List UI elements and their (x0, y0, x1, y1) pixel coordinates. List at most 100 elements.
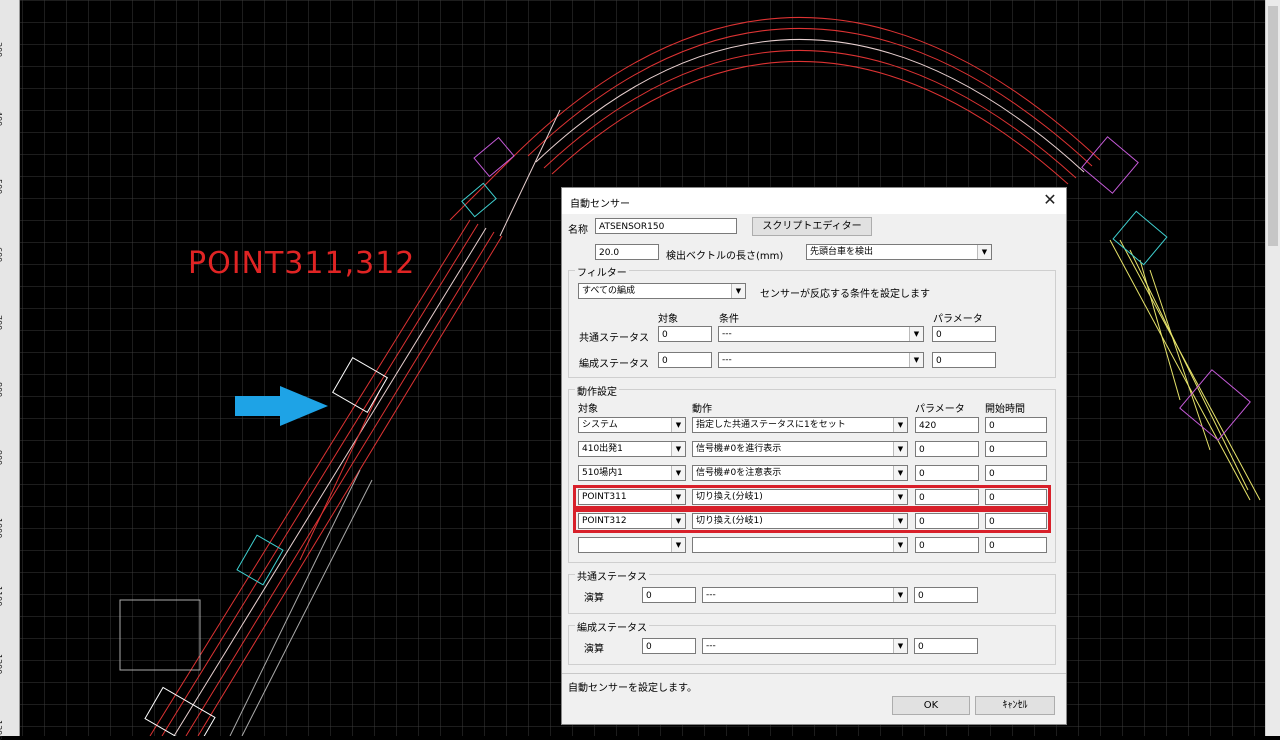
scrollbar-thumb[interactable] (1268, 6, 1278, 246)
highlight-point311 (573, 485, 1051, 509)
action-param-field[interactable]: 0 (915, 441, 979, 457)
ruler-tick: 600 (0, 247, 3, 263)
action-value: 信号機#0を進行表示 (696, 444, 782, 454)
ruler-tick: 1300 (0, 720, 3, 740)
chevron-down-icon[interactable]: ▼ (893, 442, 907, 456)
dialog-titlebar[interactable]: 自動センサー ✕ (562, 188, 1066, 214)
train-status-op-select[interactable]: --- ▼ (702, 638, 908, 654)
action-group-title: 動作設定 (575, 383, 619, 398)
common-status-group: 共通ステータス 演算 0 --- ▼ 0 (568, 568, 1056, 614)
action-select[interactable]: 信号機#0を進行表示 ▼ (692, 441, 908, 457)
train-status-group: 編成ステータス 演算 0 --- ▼ 0 (568, 619, 1056, 665)
action-target-select[interactable]: 510場内1 ▼ (578, 465, 686, 481)
train-status-value2[interactable]: 0 (914, 638, 978, 654)
action-select[interactable]: 信号機#0を注意表示 ▼ (692, 465, 908, 481)
close-icon[interactable]: ✕ (1040, 190, 1060, 210)
action-param-field[interactable]: 420 (915, 417, 979, 433)
ruler-tick: 500 (0, 179, 3, 195)
filter-row-label: 共通ステータス (579, 333, 649, 344)
action-col-start: 開始時間 (985, 404, 1025, 415)
action-target-select[interactable]: システム ▼ (578, 417, 686, 433)
chevron-down-icon[interactable]: ▼ (977, 245, 991, 259)
ruler-tick: 1100 (0, 586, 3, 607)
point-annotation: POINT311,312 (188, 246, 416, 281)
chevron-down-icon[interactable]: ▼ (671, 418, 685, 432)
ruler-tick: 1200 (0, 654, 3, 675)
action-select[interactable]: 指定した共通ステータスに1をセット ▼ (692, 417, 908, 433)
action-target-value: 410出発1 (582, 444, 623, 454)
filter-group-title: フィルター (575, 264, 629, 279)
auto-sensor-dialog: 自動センサー ✕ 名称 ATSENSOR150 スクリプトエディター 20.0 … (561, 187, 1067, 725)
name-field[interactable]: ATSENSOR150 (595, 218, 737, 234)
common-status-value1[interactable]: 0 (642, 587, 696, 603)
filter-col-target: 対象 (658, 314, 678, 325)
chevron-down-icon[interactable]: ▼ (893, 466, 907, 480)
ruler-tick: 900 (0, 450, 3, 466)
filter-param-field[interactable]: 0 (932, 326, 996, 342)
action-param-field[interactable]: 0 (915, 537, 979, 553)
action-start-field[interactable]: 0 (985, 417, 1047, 433)
status-text: 自動センサーを設定します。 (568, 683, 697, 694)
filter-param-field[interactable]: 0 (932, 352, 996, 368)
action-target-value: システム (582, 420, 618, 430)
chevron-down-icon[interactable]: ▼ (893, 418, 907, 432)
vector-length-field[interactable]: 20.0 (595, 244, 659, 260)
ruler-tick: 1000 (0, 518, 3, 539)
action-start-field[interactable]: 0 (985, 465, 1047, 481)
dialog-title: 自動センサー (570, 199, 630, 210)
action-param-field[interactable]: 0 (915, 465, 979, 481)
filter-condition-select[interactable]: --- ▼ (718, 326, 924, 342)
chevron-down-icon[interactable]: ▼ (893, 588, 907, 602)
chevron-down-icon[interactable]: ▼ (671, 466, 685, 480)
filter-row-label: 編成ステータス (579, 359, 649, 370)
action-col-target: 対象 (578, 404, 598, 415)
action-start-field[interactable]: 0 (985, 537, 1047, 553)
chevron-down-icon[interactable]: ▼ (893, 639, 907, 653)
action-target-value: 510場内1 (582, 468, 623, 478)
cancel-button[interactable]: ｷｬﾝｾﾙ (975, 696, 1055, 715)
train-status-op-label: 演算 (584, 644, 604, 655)
detect-mode-select[interactable]: 先頭台車を検出 ▼ (806, 244, 992, 260)
vertical-scrollbar[interactable] (1265, 0, 1280, 736)
common-status-value2[interactable]: 0 (914, 587, 978, 603)
action-select[interactable]: ▼ (692, 537, 908, 553)
filter-condition-value: --- (722, 355, 732, 365)
filter-description: センサーが反応する条件を設定します (760, 289, 930, 300)
train-status-value1[interactable]: 0 (642, 638, 696, 654)
script-editor-button[interactable]: スクリプトエディター (752, 217, 872, 236)
common-status-op-label: 演算 (584, 593, 604, 604)
filter-col-condition: 条件 (719, 314, 739, 325)
train-status-op-value: --- (706, 641, 716, 651)
action-start-field[interactable]: 0 (985, 441, 1047, 457)
filter-target-field[interactable]: 0 (658, 352, 712, 368)
chevron-down-icon[interactable]: ▼ (909, 353, 923, 367)
action-col-param: パラメータ (915, 404, 965, 415)
chevron-down-icon[interactable]: ▼ (671, 538, 685, 552)
common-status-title: 共通ステータス (575, 568, 649, 583)
chevron-down-icon[interactable]: ▼ (671, 442, 685, 456)
ok-button[interactable]: OK (892, 696, 970, 715)
common-status-op-value: --- (706, 590, 716, 600)
detect-mode-value: 先頭台車を検出 (810, 247, 874, 257)
action-target-select[interactable]: ▼ (578, 537, 686, 553)
filter-scope-value: すべての編成 (582, 286, 636, 296)
ruler-tick: 800 (0, 382, 3, 398)
ruler-tick: 400 (0, 111, 3, 127)
filter-condition-value: --- (722, 329, 732, 339)
chevron-down-icon[interactable]: ▼ (893, 538, 907, 552)
action-value: 信号機#0を注意表示 (696, 468, 782, 478)
action-value: 指定した共通ステータスに1をセット (696, 420, 846, 430)
filter-scope-select[interactable]: すべての編成 ▼ (578, 283, 746, 299)
vector-length-label: 検出ベクトルの長さ(mm) (666, 251, 784, 262)
train-status-title: 編成ステータス (575, 619, 649, 634)
action-col-action: 動作 (692, 404, 712, 415)
chevron-down-icon[interactable]: ▼ (909, 327, 923, 341)
filter-col-param: パラメータ (933, 314, 983, 325)
action-target-select[interactable]: 410出発1 ▼ (578, 441, 686, 457)
ruler-tick: 300 (0, 42, 3, 58)
filter-condition-select[interactable]: --- ▼ (718, 352, 924, 368)
common-status-op-select[interactable]: --- ▼ (702, 587, 908, 603)
name-label: 名称 (568, 225, 588, 236)
filter-target-field[interactable]: 0 (658, 326, 712, 342)
chevron-down-icon[interactable]: ▼ (731, 284, 745, 298)
